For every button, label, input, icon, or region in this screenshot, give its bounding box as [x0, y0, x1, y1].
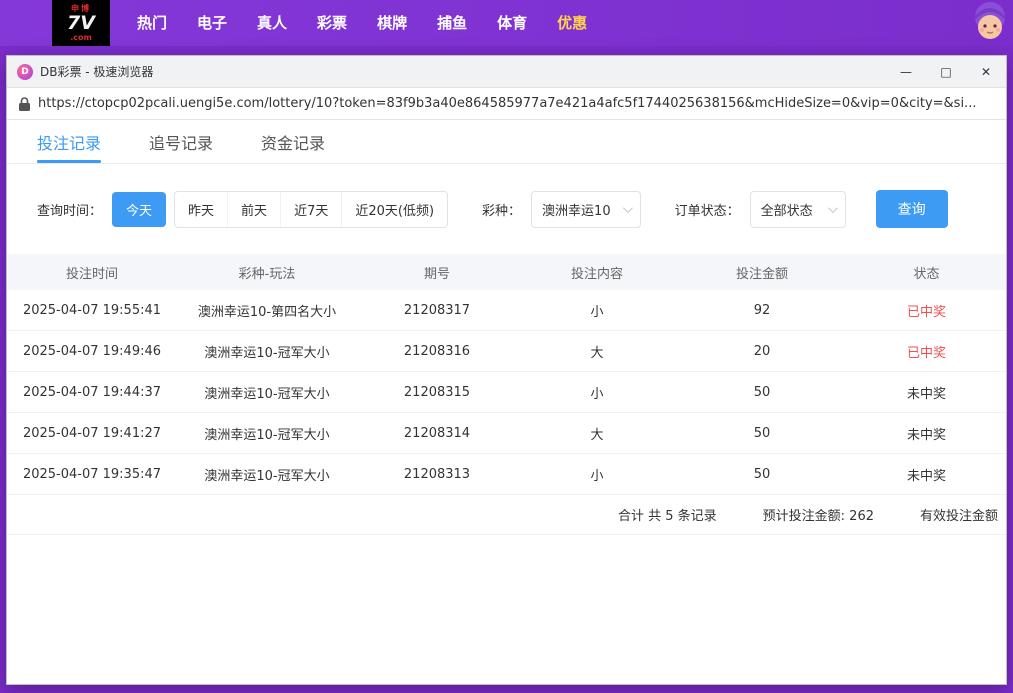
bet-time: 2025-04-07 19:41:27: [7, 426, 177, 441]
summary-total: 合计 共 5 条记录: [618, 505, 717, 524]
header-bet-amount: 投注金额: [677, 263, 847, 282]
tab-bet-records[interactable]: 投注记录: [37, 120, 101, 163]
bet-content: 小: [517, 465, 677, 484]
issue-number: 21208316: [357, 344, 517, 359]
order-status-label: 订单状态：: [675, 200, 740, 219]
status-badge: 未中奖: [847, 424, 1006, 443]
maximize-button[interactable]: □: [926, 56, 966, 87]
address-bar: https://ctopcp02pcali.uengi5e.com/lotter…: [7, 88, 1006, 120]
game-play: 澳洲幸运10-第四名大小: [177, 301, 357, 320]
header-bet-time: 投注时间: [7, 263, 177, 282]
issue-number: 21208314: [357, 426, 517, 441]
window-controls: — □ ✕: [886, 56, 1006, 87]
bet-content: 大: [517, 424, 677, 443]
logo-main-text: 7V: [67, 14, 95, 33]
bet-time: 2025-04-07 19:49:46: [7, 344, 177, 359]
nav-item-live[interactable]: 真人: [242, 0, 302, 46]
chevron-down-icon: [828, 203, 838, 213]
table-summary: 合计 共 5 条记录 预计投注金额: 262 有效投注金额: [7, 495, 1006, 535]
issue-number: 21208317: [357, 303, 517, 318]
status-badge: 已中奖: [847, 342, 1006, 361]
nav-item-fishing[interactable]: 捕鱼: [422, 0, 482, 46]
order-status-select[interactable]: 全部状态: [750, 191, 846, 228]
window-app-icon: D: [17, 64, 33, 80]
issue-number: 21208313: [357, 467, 517, 482]
nav-item-slots[interactable]: 电子: [182, 0, 242, 46]
site-top-nav: 申博 7V .com 热门 电子 真人 彩票 棋牌 捕鱼 体育 优惠: [0, 0, 1013, 46]
bet-amount: 50: [677, 385, 847, 400]
bet-content: 小: [517, 301, 677, 320]
search-button[interactable]: 查询: [876, 190, 948, 228]
bet-time: 2025-04-07 19:35:47: [7, 467, 177, 482]
table-row: 2025-04-07 19:35:47 澳洲幸运10-冠军大小 21208313…: [7, 454, 1006, 495]
site-logo[interactable]: 申博 7V .com: [52, 0, 110, 46]
lottery-select[interactable]: 澳洲幸运10: [531, 191, 641, 228]
status-badge: 未中奖: [847, 383, 1006, 402]
filter-bar: 查询时间： 今天 昨天 前天 近7天 近20天(低频) 彩种： 澳洲幸运10 订…: [37, 190, 1006, 228]
time-option-today[interactable]: 今天: [112, 192, 166, 227]
user-avatar-icon[interactable]: [969, 2, 1011, 44]
table-row: 2025-04-07 19:44:37 澳洲幸运10-冠军大小 21208315…: [7, 372, 1006, 413]
time-filter-label: 查询时间：: [37, 200, 102, 219]
time-option-20days[interactable]: 近20天(低频): [341, 192, 447, 227]
status-badge: 已中奖: [847, 301, 1006, 320]
record-tabs: 投注记录 追号记录 资金记录: [7, 120, 1006, 164]
header-game-play: 彩种-玩法: [177, 263, 357, 282]
table-row: 2025-04-07 19:55:41 澳洲幸运10-第四名大小 2120831…: [7, 290, 1006, 331]
bet-amount: 20: [677, 344, 847, 359]
game-play: 澳洲幸运10-冠军大小: [177, 342, 357, 361]
bet-amount: 50: [677, 426, 847, 441]
lottery-select-value: 澳洲幸运10: [542, 200, 611, 219]
bet-amount: 50: [677, 467, 847, 482]
chevron-down-icon: [623, 203, 633, 213]
bet-content: 大: [517, 342, 677, 361]
bet-time: 2025-04-07 19:44:37: [7, 385, 177, 400]
url-input[interactable]: https://ctopcp02pcali.uengi5e.com/lotter…: [38, 96, 994, 111]
window-titlebar: D DB彩票 - 极速浏览器 — □ ✕: [7, 56, 1006, 88]
nav-item-promo[interactable]: 优惠: [542, 0, 602, 46]
time-option-yesterday[interactable]: 昨天: [175, 192, 227, 227]
table-header: 投注时间 彩种-玩法 期号 投注内容 投注金额 状态: [7, 254, 1006, 290]
header-status: 状态: [847, 263, 1006, 282]
browser-window: D DB彩票 - 极速浏览器 — □ ✕ https://ctopcp02pca…: [6, 55, 1007, 685]
nav-item-sports[interactable]: 体育: [482, 0, 542, 46]
game-play: 澳洲幸运10-冠军大小: [177, 383, 357, 402]
issue-number: 21208315: [357, 385, 517, 400]
lottery-filter-label: 彩种：: [482, 200, 521, 219]
minimize-button[interactable]: —: [886, 56, 926, 87]
time-option-day-before[interactable]: 前天: [227, 192, 280, 227]
nav-item-lottery[interactable]: 彩票: [302, 0, 362, 46]
time-option-7days[interactable]: 近7天: [280, 192, 341, 227]
nav-item-hot[interactable]: 热门: [122, 0, 182, 46]
status-badge: 未中奖: [847, 465, 1006, 484]
order-status-value: 全部状态: [761, 200, 813, 219]
time-option-group: 昨天 前天 近7天 近20天(低频): [174, 191, 448, 228]
logo-suffix-text: .com: [70, 34, 92, 42]
window-title: DB彩票 - 极速浏览器: [40, 63, 886, 80]
bet-amount: 92: [677, 303, 847, 318]
bet-content: 小: [517, 383, 677, 402]
table-row: 2025-04-07 19:49:46 澳洲幸运10-冠军大小 21208316…: [7, 331, 1006, 372]
summary-valid-amount: 有效投注金额: [920, 505, 998, 524]
tab-fund-records[interactable]: 资金记录: [261, 120, 325, 163]
tab-chase-records[interactable]: 追号记录: [149, 120, 213, 163]
header-bet-content: 投注内容: [517, 263, 677, 282]
table-row: 2025-04-07 19:41:27 澳洲幸运10-冠军大小 21208314…: [7, 413, 1006, 454]
game-play: 澳洲幸运10-冠军大小: [177, 465, 357, 484]
main-nav: 热门 电子 真人 彩票 棋牌 捕鱼 体育 优惠: [122, 0, 602, 46]
game-play: 澳洲幸运10-冠军大小: [177, 424, 357, 443]
bet-time: 2025-04-07 19:55:41: [7, 303, 177, 318]
summary-expected-amount: 预计投注金额: 262: [763, 505, 874, 524]
nav-item-cards[interactable]: 棋牌: [362, 0, 422, 46]
page-content: 投注记录 追号记录 资金记录 查询时间： 今天 昨天 前天 近7天 近20天(低…: [7, 120, 1006, 684]
lock-icon: [19, 97, 30, 111]
close-button[interactable]: ✕: [966, 56, 1006, 87]
header-issue: 期号: [357, 263, 517, 282]
